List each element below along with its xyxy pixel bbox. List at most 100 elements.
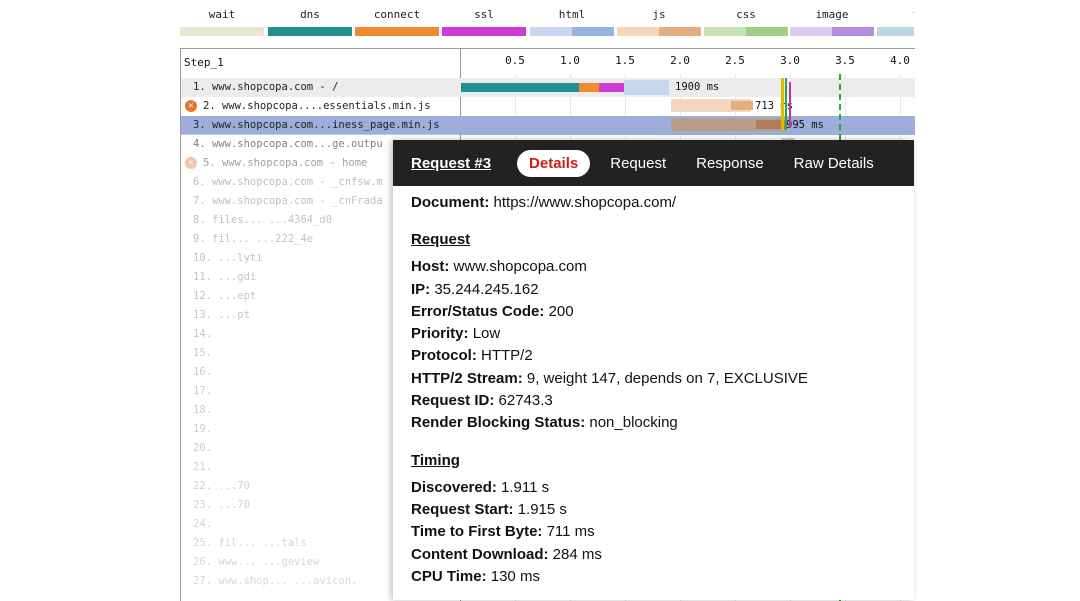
- detail-line: IP: 35.244.245.162: [411, 279, 896, 301]
- tab-details[interactable]: Details: [517, 149, 591, 177]
- popup-body: Document: https://www.shopcopa.com/ Requ…: [393, 186, 914, 588]
- document-label: Document:: [411, 194, 490, 211]
- detail-key: Request Start:: [411, 500, 514, 518]
- legend-fl: fl: [877, 8, 914, 36]
- legend-label: dns: [300, 8, 320, 21]
- popup-tabs: Details Request Response Raw Details: [517, 149, 894, 177]
- bar-dns: [461, 83, 579, 92]
- request-fields: Host: www.shopcopa.com IP: 35.244.245.162…: [411, 256, 896, 434]
- legend-label: html: [558, 8, 586, 21]
- legend-swatch: [442, 27, 526, 36]
- request-url: 18.: [193, 404, 212, 416]
- bar-js-download: [731, 101, 753, 110]
- time-tick: 0.5: [505, 54, 525, 67]
- request-url: 14.: [193, 328, 212, 340]
- legend-label: js: [652, 8, 666, 21]
- legend-swatch: [268, 27, 352, 36]
- legend-swatch: [704, 27, 788, 36]
- detail-line: Discovered: 1.911 s: [411, 477, 896, 499]
- request-details-popup: Request #3 Details Request Response Raw Det…: [393, 140, 914, 600]
- time-tick: 4.0: [890, 54, 910, 67]
- request-url: 21.: [193, 461, 212, 473]
- detail-key: HTTP/2 Stream:: [411, 369, 523, 387]
- legend-wait: wait: [180, 8, 264, 36]
- time-tick: 1.0: [560, 54, 580, 67]
- tab-request[interactable]: Request: [600, 150, 676, 177]
- request-row-label: 3. www.shopcopa.com...iness_page.min.js: [181, 116, 459, 135]
- timing-fields: Discovered: 1.911 s Request Start: 1.915 …: [411, 477, 896, 588]
- bar-connect: [579, 83, 599, 92]
- legend-image: image: [790, 8, 874, 36]
- detail-key: Discovered:: [411, 478, 497, 496]
- request-url: 13. ...pt: [193, 309, 250, 321]
- detail-line: Render Blocking Status: non_blocking: [411, 412, 896, 434]
- request-row[interactable]: ✕ 2. www.shopcopa....essentials.min.js: [181, 97, 915, 116]
- timing-heading: Timing: [411, 451, 460, 469]
- request-url: 10. ...lyti: [193, 252, 263, 264]
- request-url: 2. www.shopcopa....essentials.min.js: [203, 100, 431, 112]
- document-line: Document: https://www.shopcopa.com/: [411, 192, 896, 214]
- time-tick: 3.5: [835, 54, 855, 67]
- legend-swatch: [617, 27, 701, 36]
- detail-value: 711 ms: [546, 523, 595, 541]
- legend-swatch: [530, 27, 614, 36]
- render-marker: [781, 78, 784, 130]
- detail-key: Render Blocking Status:: [411, 414, 586, 432]
- detail-key: Time to First Byte:: [411, 523, 543, 541]
- bar-ssl: [599, 83, 624, 92]
- request-url: 16.: [193, 366, 212, 378]
- detail-key: Content Download:: [411, 545, 549, 563]
- request-heading: Request: [411, 231, 471, 249]
- detail-line: Protocol: HTTP/2: [411, 345, 896, 367]
- detail-key: Host:: [411, 258, 450, 276]
- request-url: 7. www.shopcopa.com - _cnFrada: [193, 195, 383, 207]
- legend-css: css: [704, 8, 788, 36]
- detail-value: 200: [548, 302, 574, 320]
- legend-label: wait: [208, 8, 236, 21]
- request-url: 12. ...ept: [193, 290, 257, 302]
- legend-swatch: [877, 27, 914, 36]
- detail-value: 1.911 s: [501, 478, 550, 496]
- request-url: 22. ...70: [193, 480, 250, 492]
- detail-line: Content Download: 284 ms: [411, 544, 896, 566]
- detail-key: Priority:: [411, 325, 469, 343]
- request-url: 4. www.shopcopa.com...ge.outpu: [193, 138, 383, 150]
- warning-icon: ✕: [185, 157, 197, 169]
- detail-value: Low: [472, 325, 501, 343]
- step-label: Step_1: [184, 56, 224, 69]
- detail-value: www.shopcopa.com: [453, 258, 587, 276]
- detail-line: Error/Status Code: 200: [411, 301, 896, 323]
- detail-key: Protocol:: [411, 347, 477, 365]
- legend-label: image: [815, 8, 849, 21]
- legend-js: js: [617, 8, 701, 36]
- detail-key: CPU Time:: [411, 567, 487, 585]
- request-url: 25. fil... ...tals: [193, 537, 307, 549]
- detail-value: HTTP/2: [481, 347, 533, 365]
- legend-dns: dns: [268, 8, 352, 36]
- tab-raw-details[interactable]: Raw Details: [784, 150, 884, 177]
- request-url: 26. www... ...geview: [193, 556, 320, 568]
- tab-response[interactable]: Response: [686, 150, 774, 177]
- bar-duration-label: 1900 ms: [675, 81, 720, 93]
- detail-key: Error/Status Code:: [411, 302, 545, 320]
- warning-icon: ✕: [185, 100, 197, 112]
- detail-line: Request Start: 1.915 s: [411, 499, 896, 521]
- detail-line: Request ID: 62743.3: [411, 390, 896, 412]
- request-url: 1. www.shopcopa.com - /: [193, 81, 339, 93]
- detail-value: 1.915 s: [517, 500, 567, 518]
- legend-label: connect: [373, 8, 421, 21]
- time-tick: 1.5: [615, 54, 635, 67]
- waterfall-legend: wait dns connect ssl html js css image fl: [180, 0, 914, 44]
- detail-key: Request ID:: [411, 392, 495, 410]
- request-row-label: 1. www.shopcopa.com - /: [181, 78, 459, 97]
- request-url: 11. ...gdi: [193, 271, 257, 283]
- bar-duration-label: 995 ms: [786, 119, 824, 131]
- bar-duration-label: 713 ms: [755, 100, 793, 112]
- popup-title: Request #3: [411, 154, 492, 172]
- request-url: 9. fil... ...222_4e: [193, 233, 314, 245]
- request-url: 19.: [193, 423, 212, 435]
- request-row-label: ✕ 2. www.shopcopa....essentials.min.js: [181, 97, 459, 116]
- detail-line: CPU Time: 130 ms: [411, 566, 896, 588]
- document-value[interactable]: https://www.shopcopa.com/: [494, 194, 677, 211]
- detail-value: 284 ms: [552, 545, 602, 563]
